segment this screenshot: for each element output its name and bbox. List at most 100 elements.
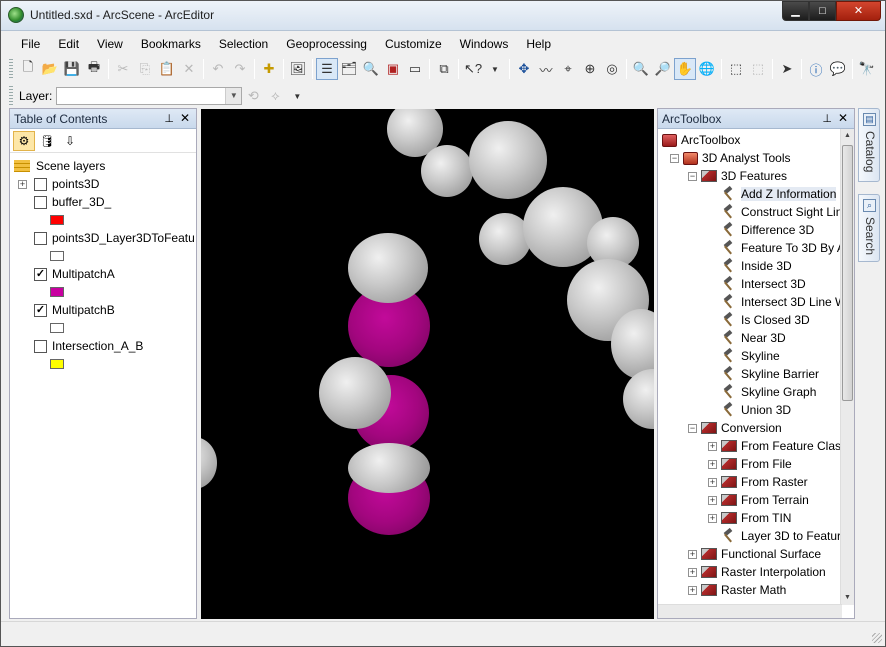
tool-item[interactable]: Union 3D <box>708 401 791 419</box>
toolset-item[interactable]: + From TIN <box>708 509 791 527</box>
menu-bookmarks[interactable]: Bookmarks <box>129 34 207 54</box>
toolset-item[interactable]: − 3D Features <box>688 167 787 185</box>
tool-item[interactable]: Inside 3D <box>708 257 792 275</box>
search-window-icon[interactable]: 🔍 <box>360 58 382 80</box>
maximize-button[interactable]: □ <box>809 1 836 21</box>
layer-visibility-checkbox[interactable]: ✓ <box>34 267 47 281</box>
add-data-icon[interactable]: ✚ <box>258 58 280 80</box>
tool-item[interactable]: Intersect 3D Line With Multipatch <box>708 293 842 311</box>
layer-symbol-swatch[interactable] <box>50 323 64 333</box>
toolset-item[interactable]: + Functional Surface <box>688 545 821 563</box>
list-by-source-icon[interactable]: 🛢 <box>36 131 58 151</box>
toolset-item[interactable]: − Conversion <box>688 419 782 437</box>
scroll-up-icon[interactable]: ▲ <box>841 129 854 143</box>
paste-icon[interactable]: 📋 <box>156 58 178 80</box>
center-on-target-icon[interactable]: ⌖ <box>557 58 579 80</box>
undo-icon[interactable]: ↶ <box>207 58 229 80</box>
print-icon[interactable]: 🖶 <box>83 58 105 80</box>
cut-icon[interactable]: ✂ <box>112 58 134 80</box>
toc-root[interactable]: Scene layers <box>14 157 105 175</box>
flicker-layer-icon[interactable]: ⟡ <box>264 85 286 107</box>
arccatalog-icon[interactable]: 🗂 <box>338 58 360 80</box>
tool-item[interactable]: Near 3D <box>708 329 786 347</box>
toolset-item[interactable]: + Raster Math <box>688 581 786 599</box>
scrollbar-thumb[interactable] <box>842 145 853 401</box>
search-tab[interactable]: ⌕ Search <box>858 194 880 262</box>
tool-item[interactable]: Add Z Information <box>708 185 837 203</box>
full-extent-icon[interactable]: 🌐 <box>696 58 718 80</box>
select-features-icon[interactable]: ⬚ <box>725 58 747 80</box>
list-by-visibility-icon[interactable]: ⇩ <box>59 131 81 151</box>
toc-layer-item[interactable]: + points3D <box>18 175 99 193</box>
tool-item[interactable]: Difference 3D <box>708 221 814 239</box>
collapse-icon[interactable]: − <box>688 171 697 181</box>
menu-customize[interactable]: Customize <box>373 34 448 54</box>
redo-icon[interactable]: ↷ <box>229 58 251 80</box>
collapse-icon[interactable]: − <box>688 423 697 433</box>
tool-item[interactable]: Is Closed 3D <box>708 311 810 329</box>
catalog-tab[interactable]: ▤ Catalog <box>858 108 880 182</box>
copy-icon[interactable]: ⎘ <box>134 58 156 80</box>
zoom-in-icon[interactable]: 🔍 <box>630 58 652 80</box>
toc-layer-item[interactable]: −Intersection_A_B <box>18 337 143 355</box>
layer-dropdown[interactable]: ▼ <box>56 87 243 105</box>
layer-symbol-swatch[interactable] <box>50 359 64 369</box>
fly-icon[interactable]: 〰 <box>535 58 557 80</box>
toc-layer-item[interactable]: −buffer_3D_ <box>18 193 111 211</box>
toolbox-vertical-scrollbar[interactable]: ▲ ▼ <box>840 129 854 605</box>
new-document-icon[interactable]: 🗋 <box>17 58 39 80</box>
toolbar-overflow-icon[interactable]: ▼ <box>484 58 506 80</box>
list-by-drawing-order-icon[interactable]: ⚙ <box>13 130 35 151</box>
minimize-button[interactable]: ▁ <box>782 1 809 21</box>
tool-item[interactable]: Skyline Barrier <box>708 365 819 383</box>
layer-visibility-checkbox[interactable] <box>34 339 47 353</box>
layer-symbol-swatch[interactable] <box>50 215 64 225</box>
expand-icon[interactable]: + <box>708 459 717 469</box>
expand-icon[interactable]: + <box>688 549 697 559</box>
tool-item[interactable]: Layer 3D to Feature Class <box>708 527 842 545</box>
toolset-item[interactable]: + Raster Interpolation <box>688 563 826 581</box>
expand-icon[interactable]: + <box>708 441 717 451</box>
toc-layer-item[interactable]: −✓MultipatchA <box>18 265 115 283</box>
expand-icon[interactable]: + <box>708 495 717 505</box>
table-of-contents-icon[interactable]: ☰ <box>316 58 338 80</box>
find-icon[interactable]: 🔭 <box>856 58 878 80</box>
scene-viewport[interactable] <box>201 109 654 619</box>
chevron-down-icon[interactable]: ▼ <box>225 88 242 104</box>
menu-help[interactable]: Help <box>514 34 557 54</box>
modelbuilder-icon[interactable]: ⧉ <box>433 58 455 80</box>
resize-grip[interactable] <box>872 633 882 643</box>
toolbox-close-icon[interactable]: ✕ <box>838 111 848 125</box>
expand-icon[interactable]: + <box>18 179 27 189</box>
pin-icon[interactable]: ⊥ <box>822 112 832 125</box>
layer-visibility-checkbox[interactable]: ✓ <box>34 303 47 317</box>
expand-icon[interactable]: + <box>708 513 717 523</box>
toc-close-icon[interactable]: ✕ <box>180 111 190 125</box>
toolbar-grip[interactable] <box>9 86 13 106</box>
toolset-item[interactable]: + From File <box>708 455 792 473</box>
tool-item[interactable]: Skyline Graph <box>708 383 816 401</box>
toolbar-overflow-icon[interactable]: ▼ <box>286 85 308 107</box>
layer-visibility-checkbox[interactable] <box>34 177 47 191</box>
navigate-icon[interactable]: ✥ <box>513 58 535 80</box>
expand-icon[interactable]: + <box>688 567 697 577</box>
tool-item[interactable]: Intersect 3D <box>708 275 806 293</box>
pin-icon[interactable]: ⊥ <box>164 112 174 125</box>
menu-file[interactable]: File <box>9 34 46 54</box>
tool-item[interactable]: Construct Sight Lines <box>708 203 842 221</box>
menu-geoprocessing[interactable]: Geoprocessing <box>274 34 373 54</box>
expand-icon[interactable]: + <box>688 585 697 595</box>
toolbar-grip[interactable] <box>9 59 13 79</box>
close-button[interactable]: ✕ <box>836 1 881 21</box>
select-elements-icon[interactable]: ➤ <box>776 58 798 80</box>
swipe-layer-icon[interactable]: ⟲ <box>242 85 264 107</box>
layer-visibility-checkbox[interactable] <box>34 195 47 209</box>
save-icon[interactable]: 💾 <box>61 58 83 80</box>
toolset-item[interactable]: − 3D Analyst Tools <box>670 149 791 167</box>
tool-item[interactable]: Skyline <box>708 347 780 365</box>
zoom-to-target-icon[interactable]: ⊕ <box>579 58 601 80</box>
html-popup-icon[interactable]: 💬 <box>827 58 849 80</box>
layer-visibility-checkbox[interactable] <box>34 231 47 245</box>
toc-layer-item[interactable]: −✓MultipatchB <box>18 301 115 319</box>
menu-selection[interactable]: Selection <box>207 34 274 54</box>
